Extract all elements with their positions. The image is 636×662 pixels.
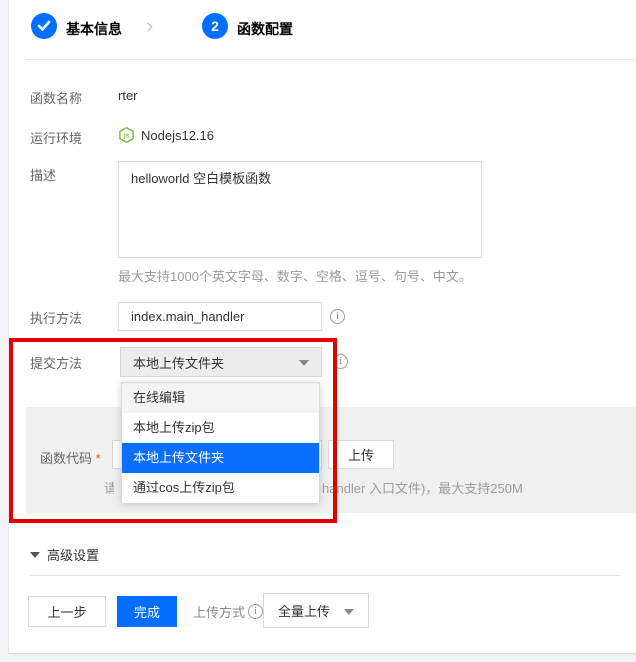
- upload-mode-label: 上传方式: [193, 602, 245, 621]
- upload-mode-value: 全量上传: [278, 601, 330, 620]
- handler-info-icon[interactable]: i: [330, 309, 345, 324]
- function-name-value: rter: [118, 88, 138, 103]
- page: 基本信息 › 2 函数配置 函数名称 rter 运行环境 js Nodejs12…: [0, 0, 636, 662]
- submit-method-dropdown: 在线编辑 本地上传zip包 本地上传文件夹 通过cos上传zip包: [121, 382, 320, 503]
- submit-method-value: 本地上传文件夹: [133, 353, 224, 372]
- prev-step-button[interactable]: 上一步: [28, 596, 106, 627]
- upload-mode-caret-icon: [344, 609, 354, 615]
- handler-value: index.main_handler: [131, 309, 244, 324]
- content-card: [8, 0, 636, 654]
- step2-label: 函数配置: [237, 19, 293, 39]
- description-label: 描述: [30, 165, 56, 184]
- dropdown-option-local-zip[interactable]: 本地上传zip包: [122, 413, 319, 443]
- submit-method-select[interactable]: 本地上传文件夹: [120, 347, 322, 377]
- header-divider: [25, 59, 636, 60]
- dropdown-option-cos-zip[interactable]: 通过cos上传zip包: [122, 473, 319, 503]
- dropdown-option-local-folder[interactable]: 本地上传文件夹: [122, 443, 319, 473]
- handler-input[interactable]: index.main_handler: [118, 302, 322, 331]
- step2-number-badge: 2: [202, 13, 228, 39]
- advanced-caret-icon: [30, 552, 40, 558]
- runtime-value: Nodejs12.16: [141, 128, 214, 143]
- handler-label: 执行方法: [30, 308, 82, 327]
- description-text: helloworld 空白模板函数: [131, 170, 271, 188]
- submit-method-label: 提交方法: [30, 353, 82, 372]
- code-hint-text: handler 入口文件)，最大支持250M: [322, 478, 523, 497]
- function-code-label: 函数代码 *: [40, 448, 101, 467]
- description-textarea[interactable]: helloworld 空白模板函数: [118, 161, 482, 258]
- advanced-settings-label: 高级设置: [47, 545, 99, 564]
- dropdown-option-online-edit[interactable]: 在线编辑: [122, 383, 319, 413]
- upload-mode-info-icon[interactable]: i: [248, 604, 263, 619]
- function-code-label-text: 函数代码: [40, 451, 92, 466]
- nodejs-icon: js: [118, 126, 135, 144]
- nodejs-js-letters: js: [123, 132, 130, 139]
- step1-label[interactable]: 基本信息: [66, 19, 122, 39]
- upload-button[interactable]: 上传: [328, 440, 394, 469]
- step-done-icon: [31, 13, 57, 39]
- required-asterisk: *: [96, 451, 101, 466]
- code-hint-fragment: 请: [104, 478, 114, 494]
- function-name-label: 函数名称: [30, 88, 82, 107]
- description-hint: 最大支持1000个英文字母、数字、空格、逗号、句号、中文。: [118, 266, 472, 285]
- select-caret-icon: [299, 360, 309, 366]
- finish-button[interactable]: 完成: [117, 596, 177, 627]
- submit-method-info-icon[interactable]: i: [333, 354, 348, 369]
- advanced-settings-toggle[interactable]: 高级设置: [30, 545, 99, 564]
- footer-divider: [30, 575, 620, 576]
- runtime-label: 运行环境: [30, 128, 82, 147]
- check-icon: [37, 20, 51, 32]
- upload-mode-label-row: 上传方式 i: [193, 602, 263, 621]
- step-separator-chevron-icon: ›: [146, 15, 153, 37]
- upload-mode-select[interactable]: 全量上传: [263, 593, 369, 628]
